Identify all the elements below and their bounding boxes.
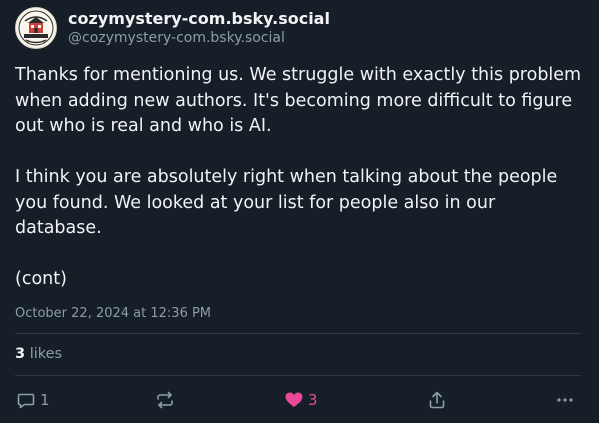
likes-count: 3	[15, 346, 26, 362]
repost-button[interactable]	[155, 386, 175, 414]
divider	[15, 375, 581, 376]
post-paragraph: Thanks for mentioning us. We struggle wi…	[15, 65, 582, 136]
post-header: cozymystery-com.bsky.social @cozymystery…	[15, 6, 330, 50]
likes-summary[interactable]: 3 likes	[15, 346, 62, 362]
reply-icon	[17, 393, 35, 409]
author-names: cozymystery-com.bsky.social @cozymystery…	[68, 9, 330, 48]
likes-label: likes	[29, 346, 63, 362]
more-icon	[557, 398, 573, 402]
more-options-button[interactable]	[555, 386, 575, 414]
share-icon	[429, 391, 445, 409]
author-display-name[interactable]: cozymystery-com.bsky.social	[68, 9, 330, 29]
post-actions: 1 3	[0, 386, 599, 414]
like-button[interactable]: 3	[284, 386, 318, 414]
reply-button[interactable]: 1	[16, 386, 50, 414]
post-body: Thanks for mentioning us. We struggle wi…	[15, 63, 587, 293]
cozy-mystery-logo-icon	[17, 9, 55, 47]
share-button[interactable]	[427, 386, 447, 414]
heart-icon	[285, 392, 303, 407]
post-timestamp: October 22, 2024 at 12:36 PM	[15, 306, 212, 321]
author-handle[interactable]: @cozymystery-com.bsky.social	[68, 29, 330, 48]
post-thread-item: cozymystery-com.bsky.social @cozymystery…	[0, 0, 599, 423]
like-count: 3	[308, 391, 318, 409]
avatar[interactable]	[15, 7, 57, 49]
post-paragraph: I think you are absolutely right when ta…	[15, 167, 558, 238]
divider	[15, 333, 581, 334]
reply-count: 1	[40, 391, 50, 409]
repost-icon	[157, 391, 173, 409]
post-paragraph: (cont)	[15, 269, 67, 289]
